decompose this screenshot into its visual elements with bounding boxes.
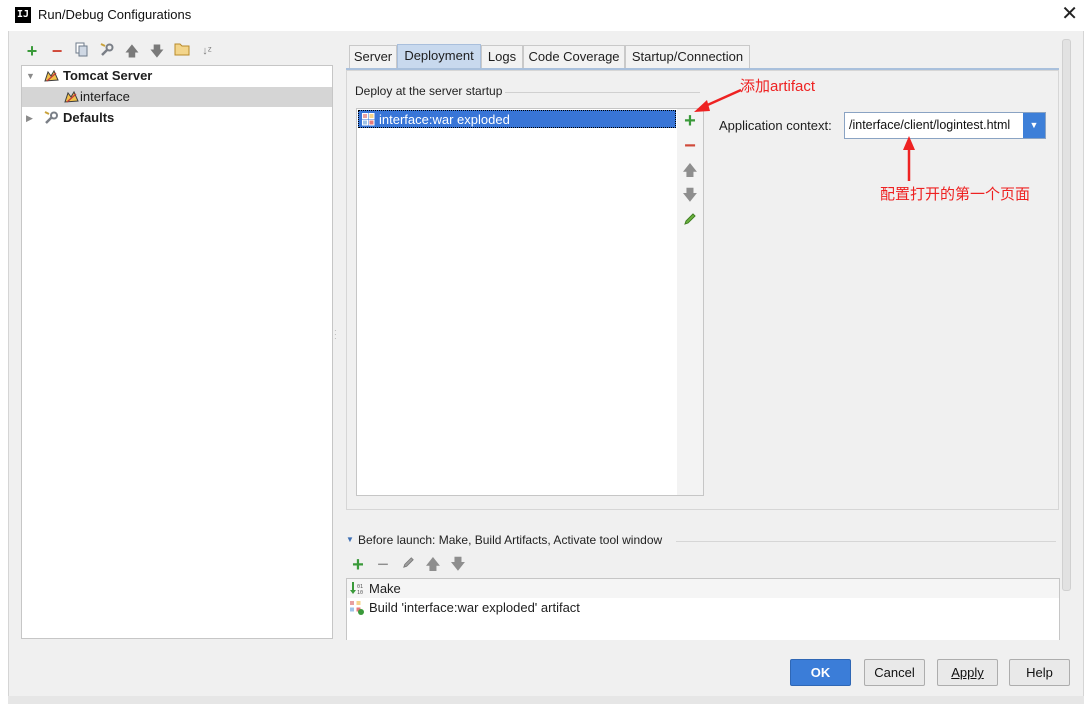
tree-label-defaults: Defaults [63,110,115,125]
move-down-icon[interactable]: 🡇 [449,556,467,574]
remove-config-icon[interactable]: − [48,42,66,60]
make-icon: 0110 [350,582,363,596]
tree-label-interface: interface [80,89,130,104]
config-tree: ▼ Tomcat Server interface ▶ Defaults [21,65,333,639]
dialog-body: + − 🡅 🡇 ↓ᶻ ▼ Tomcat Server interface ▶ D… [8,31,1084,696]
task-label-build-artifact: Build 'interface:war exploded' artifact [369,600,580,615]
help-button[interactable]: Help [1009,659,1070,686]
context-label: Application context: [719,118,832,133]
before-launch-title: Before launch: Make, Build Artifacts, Ac… [358,533,663,547]
tree-item-interface[interactable]: interface [22,87,332,107]
application-context-combo[interactable]: /interface/client/logintest.html ▼ [844,112,1046,139]
artifact-icon [362,113,375,126]
run-debug-dialog: IJ Run/Debug Configurations ✕ + − 🡅 🡇 ↓ᶻ… [0,0,1092,704]
tree-label-tomcat-server: Tomcat Server [63,68,153,83]
add-task-icon[interactable]: + [349,555,367,575]
remove-task-icon[interactable]: − [374,555,392,575]
build-artifact-icon [349,600,364,615]
vertical-scrollbar[interactable] [1062,39,1071,591]
move-down-icon[interactable]: 🡇 [681,187,699,205]
context-value[interactable]: /interface/client/logintest.html [849,118,1010,132]
window-bottom-edge [8,696,1084,704]
move-down-icon[interactable]: 🡇 [148,42,166,60]
title-bar: IJ Run/Debug Configurations ✕ [0,0,1092,31]
move-up-icon[interactable]: 🡅 [424,556,442,574]
tomcat-icon [44,69,59,82]
artifact-toolbar: + − 🡅 🡇 [677,108,704,496]
remove-artifact-icon[interactable]: − [681,136,699,156]
wrench-icon [44,111,58,124]
wrench-icon[interactable] [98,42,116,60]
list-item[interactable]: Build 'interface:war exploded' artifact [347,598,1059,617]
before-launch-divider [676,541,1056,542]
close-icon[interactable]: ✕ [1061,4,1078,24]
tab-logs[interactable]: Logs [481,45,523,69]
list-item[interactable]: 01 10 Make [347,579,1059,598]
annotation-add-artifact: 添加artifact [740,78,816,95]
copy-config-icon[interactable] [73,42,91,60]
edit-pencil-icon[interactable] [399,556,417,574]
window-title: Run/Debug Configurations [38,7,192,22]
add-config-icon[interactable]: + [23,42,41,60]
artifact-item[interactable]: interface:war exploded [358,110,676,128]
tree-item-tomcat-server[interactable]: ▼ Tomcat Server [22,66,332,86]
svg-text:10: 10 [357,590,363,596]
move-up-icon[interactable]: 🡅 [123,42,141,60]
apply-button[interactable]: Apply [937,659,998,686]
sort-icon[interactable]: ↓ᶻ [198,42,216,60]
intellij-app-icon: IJ [15,7,31,23]
before-launch-header[interactable]: ▼ Before launch: Make, Build Artifacts, … [346,531,1059,551]
folder-icon[interactable] [173,42,191,60]
task-label-make: Make [369,581,401,596]
before-launch-list: 01 10 Make Build 'interface:war exploded'… [346,578,1060,640]
section-divider [505,92,700,93]
annotation-arrow-icon [903,136,915,181]
tab-deployment[interactable]: Deployment [397,44,481,69]
move-up-icon[interactable]: 🡅 [681,162,699,180]
deployment-panel: Deploy at the server startup interface:w… [346,70,1059,510]
expand-arrow-icon[interactable]: ▼ [26,66,35,86]
cancel-button[interactable]: Cancel [864,659,925,686]
tab-code-coverage[interactable]: Code Coverage [523,45,625,69]
deploy-section-label: Deploy at the server startup [355,84,503,98]
dropdown-arrow-icon[interactable]: ▼ [1023,113,1045,138]
artifact-label: interface:war exploded [379,112,510,127]
edit-pencil-icon[interactable] [681,212,699,230]
splitter-handle[interactable]: · · · [334,327,337,343]
tab-server[interactable]: Server [349,45,397,69]
tree-item-defaults[interactable]: ▶ Defaults [22,108,332,128]
ok-button[interactable]: OK [790,659,851,686]
apply-label: Apply [951,665,984,680]
artifact-list: interface:war exploded [356,108,678,496]
annotation-first-page: 配置打开的第一个页面 [880,186,1031,203]
collapse-arrow-icon[interactable]: ▶ [26,108,33,128]
tomcat-icon [64,90,79,103]
tab-startup-connection[interactable]: Startup/Connection [625,45,750,69]
collapse-triangle-icon[interactable]: ▼ [346,535,354,544]
annotation-arrow-icon [694,88,742,112]
